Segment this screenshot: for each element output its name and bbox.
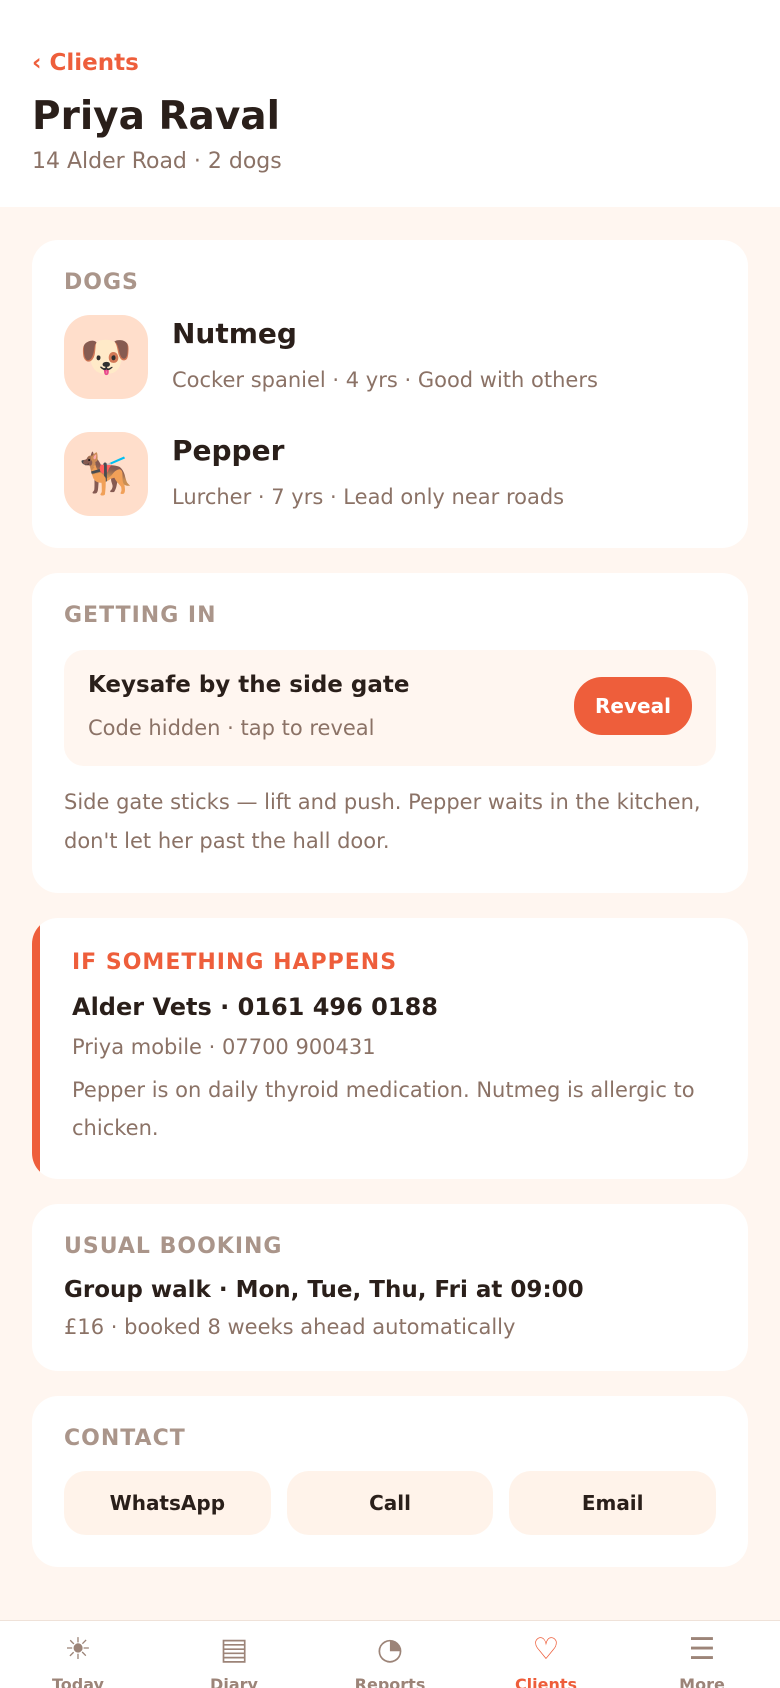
contact-actions: WhatsApp Call Email: [64, 1471, 717, 1535]
tab-more[interactable]: ☰ More: [624, 1621, 780, 1688]
keysafe-title: Keysafe by the side gate: [88, 672, 410, 698]
tab-label: Diary: [210, 1675, 258, 1688]
page-title: Priya Raval: [32, 94, 280, 139]
contact-section-title: CONTACT: [64, 1426, 186, 1451]
whatsapp-button[interactable]: WhatsApp: [64, 1471, 271, 1535]
heart-icon: ♡: [532, 1632, 560, 1667]
vet-contact[interactable]: Alder Vets · 0161 496 0188: [72, 993, 716, 1021]
owner-mobile[interactable]: Priya mobile · 07700 900431: [72, 1035, 716, 1059]
dog-meta: Cocker spaniel · 4 yrs · Good with other…: [172, 368, 598, 392]
tab-label: Clients: [514, 1675, 578, 1688]
booking-schedule: Group walk · Mon, Tue, Thu, Fri at 09:00: [64, 1277, 584, 1303]
email-button[interactable]: Email: [509, 1471, 717, 1535]
reveal-button[interactable]: Reveal: [574, 677, 692, 735]
menu-icon: ☰: [688, 1632, 716, 1667]
client-detail-content[interactable]: DOGS 🐶 Nutmeg Cocker spaniel · 4 yrs · G…: [0, 207, 780, 1620]
service-dog-icon: 🐕‍🦺: [64, 432, 148, 516]
tab-diary[interactable]: ▤ Diary: [156, 1621, 312, 1688]
getting-in-section-title: GETTING IN: [64, 603, 217, 628]
diary-icon: ▤: [219, 1632, 249, 1667]
dog-row-pepper[interactable]: 🐕‍🦺 Pepper Lurcher · 7 yrs · Lead only n…: [64, 432, 716, 516]
tab-label: Today: [52, 1675, 104, 1688]
access-note: Side gate sticks — lift and push. Pepper…: [64, 790, 701, 853]
back-to-clients-link[interactable]: ‹ Clients: [32, 50, 139, 76]
contact-card: CONTACT WhatsApp Call Email: [32, 1396, 748, 1567]
sun-icon: ☀: [64, 1632, 92, 1667]
puppy-icon: 🐶: [64, 315, 148, 399]
call-button[interactable]: Call: [286, 1471, 494, 1535]
dog-meta: Lurcher · 7 yrs · Lead only near roads: [172, 485, 565, 509]
tab-reports[interactable]: ◔ Reports: [312, 1621, 468, 1688]
bottom-tab-bar: ☀ Today ▤ Diary ◔ Reports ♡ Clients ☰ Mo…: [0, 1620, 780, 1688]
medical-note: Pepper is on daily thyroid medication. N…: [72, 1078, 695, 1140]
dog-name: Pepper: [172, 434, 285, 467]
client-subtitle: 14 Alder Road · 2 dogs: [32, 149, 282, 174]
pie-chart-icon: ◔: [376, 1632, 404, 1667]
tab-label: Reports: [354, 1675, 426, 1688]
usual-booking-card: USUAL BOOKING Group walk · Mon, Tue, Thu…: [32, 1204, 748, 1371]
keysafe-box: Keysafe by the side gate Code hidden · t…: [64, 650, 716, 766]
tab-label: More: [679, 1675, 725, 1688]
getting-in-card: GETTING IN Keysafe by the side gate Code…: [32, 573, 748, 893]
booking-section-title: USUAL BOOKING: [64, 1234, 283, 1259]
emergency-card: IF SOMETHING HAPPENS Alder Vets · 0161 4…: [32, 918, 748, 1179]
dog-name: Nutmeg: [172, 317, 297, 350]
booking-price: £16 · booked 8 weeks ahead automatically: [64, 1315, 516, 1339]
emergency-accent-bar: [32, 918, 40, 1179]
tab-today[interactable]: ☀ Today: [0, 1621, 156, 1688]
dogs-card: DOGS 🐶 Nutmeg Cocker spaniel · 4 yrs · G…: [32, 240, 748, 548]
keysafe-hint: Code hidden · tap to reveal: [88, 716, 375, 740]
tab-clients[interactable]: ♡ Clients: [468, 1621, 624, 1688]
dog-row-nutmeg[interactable]: 🐶 Nutmeg Cocker spaniel · 4 yrs · Good w…: [64, 315, 716, 399]
dogs-section-title: DOGS: [64, 270, 139, 295]
page-header: ‹ Clients Priya Raval 14 Alder Road · 2 …: [0, 0, 780, 207]
emergency-section-title: IF SOMETHING HAPPENS: [72, 950, 398, 975]
